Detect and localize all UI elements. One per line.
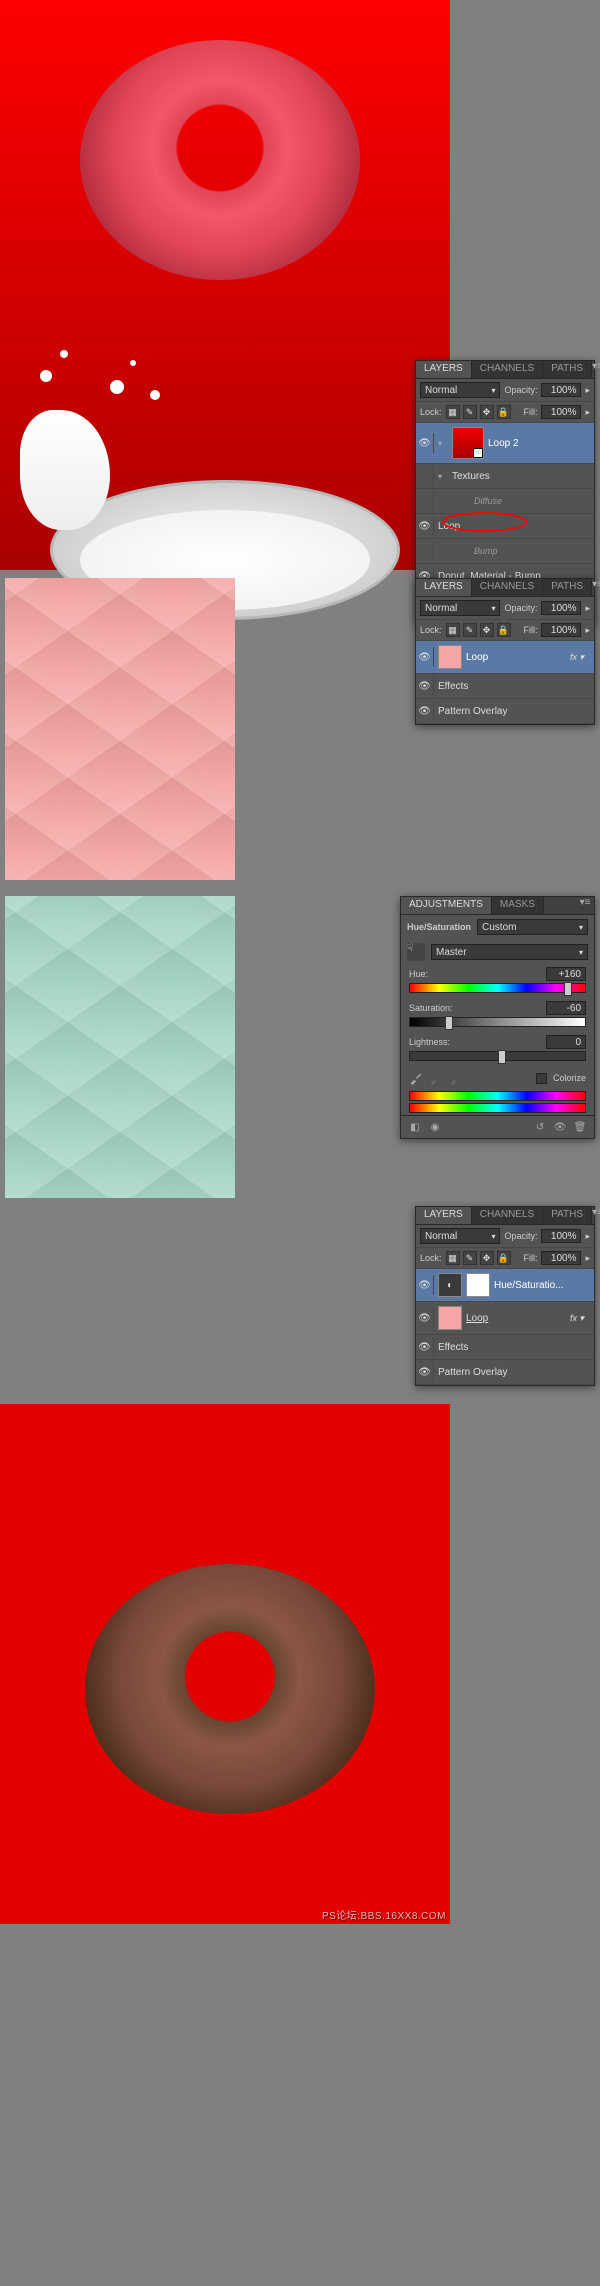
lock-buttons[interactable]: ▦✎✥🔒 [446,1251,511,1265]
saturation-slider[interactable] [409,1017,586,1027]
panel-menu-icon[interactable]: ▾≡ [592,1207,600,1224]
blend-mode-select[interactable]: Normal▾ [420,600,500,616]
tab-channels[interactable]: CHANNELS [472,579,543,596]
layer-effects[interactable]: 👁 Effects [416,1335,594,1360]
diffuse-section: Diffuse [416,489,594,514]
layer-loop[interactable]: 👁 Loop fx ▾ [416,1302,594,1335]
reset-icon[interactable]: ↺ [532,1119,548,1135]
expand-icon[interactable]: ▾ [438,439,448,448]
step-3: ADJUSTMENTS MASKS ▾≡ Hue/Saturation Cust… [0,896,600,1396]
layer-hue-sat-adjustment[interactable]: 👁 ◐ Hue/Saturatio... [416,1269,594,1302]
tab-adjustments[interactable]: ADJUSTMENTS [401,897,492,914]
opacity-field[interactable]: 100% [541,1229,581,1243]
layer-loop-diffuse[interactable]: 👁 Loop [416,514,594,539]
layer-pattern-overlay[interactable]: 👁 Pattern Overlay [416,1360,594,1385]
blend-mode-select[interactable]: Normal▾ [420,382,500,398]
tab-channels[interactable]: CHANNELS [472,361,543,378]
opacity-field[interactable]: 100% [541,601,581,615]
hue-field[interactable]: +160 [546,967,586,981]
blend-mode-select[interactable]: Normal▾ [420,1228,500,1244]
bump-section: Bump [416,539,594,564]
hue-bar-input [409,1091,586,1101]
step-2: LAYERS CHANNELS PATHS ▾≡ Normal▾ Opacity… [0,578,600,888]
saturation-label: Saturation: [409,1003,453,1013]
eyedropper-add-icon[interactable] [429,1071,443,1085]
canvas-green-texture [5,896,235,1198]
layer-loop[interactable]: 👁 Loop fx ▾ [416,641,594,674]
layer-loop-2[interactable]: 👁 ▾ ▣ Loop 2 [416,423,594,464]
lightness-slider[interactable] [409,1051,586,1061]
eyedropper-icon[interactable] [409,1071,423,1085]
adjustment-title: Hue/Saturation [407,922,471,932]
preset-select[interactable]: Custom▾ [477,919,588,935]
tab-channels[interactable]: CHANNELS [472,1207,543,1224]
visibility-icon[interactable]: 👁 [552,1119,568,1135]
lock-buttons[interactable]: ▦✎✥🔒 [446,623,511,637]
colorize-checkbox[interactable] [536,1073,547,1084]
clip-icon[interactable]: ◧ [407,1119,423,1135]
panel-menu-icon[interactable]: ▾≡ [592,579,600,596]
hue-bar-output [409,1103,586,1113]
fill-label: Fill: [523,407,537,417]
panel-tabs: LAYERS CHANNELS PATHS ▾≡ [416,361,594,379]
layers-panel-2: LAYERS CHANNELS PATHS ▾≡ Normal▾ Opacity… [415,578,595,725]
adjustment-thumb: ◐ [438,1273,462,1297]
lock-label: Lock: [420,407,442,417]
tab-layers[interactable]: LAYERS [416,1207,472,1224]
visibility-icon[interactable]: 👁 [416,433,434,453]
canvas-pink-texture [5,578,235,880]
eyedropper-sub-icon[interactable] [449,1071,463,1085]
hue-label: Hue: [409,969,428,979]
master-select[interactable]: Master▾ [431,944,588,960]
panel-menu-icon[interactable]: ▾≡ [592,361,600,378]
canvas-red-donut-milk [0,0,450,570]
tab-paths[interactable]: PATHS [543,361,592,378]
milk-bowl [0,350,450,570]
canvas-red-donut-dark: PS论坛:BBS.16XX8.COM [0,1404,450,1924]
tab-paths[interactable]: PATHS [543,579,592,596]
saturation-field[interactable]: -60 [546,1001,586,1015]
fx-badge[interactable]: fx ▾ [570,1313,590,1324]
tab-paths[interactable]: PATHS [543,1207,592,1224]
colorize-label: Colorize [553,1073,586,1083]
donut-red [80,40,360,280]
visibility-icon[interactable]: 👁 [416,1308,434,1328]
tab-layers[interactable]: LAYERS [416,579,472,596]
layer-pattern-overlay[interactable]: 👁 Pattern Overlay [416,699,594,724]
lightness-label: Lightness: [409,1037,450,1047]
fill-field[interactable]: 100% [541,405,581,419]
view-prev-icon[interactable]: ◉ [427,1119,443,1135]
trash-icon[interactable]: 🗑 [572,1119,588,1135]
donut-dark [85,1564,375,1814]
watermark: PS论坛:BBS.16XX8.COM [322,1907,446,1922]
adjustments-panel: ADJUSTMENTS MASKS ▾≡ Hue/Saturation Cust… [400,896,595,1139]
fill-field[interactable]: 100% [541,623,581,637]
fill-field[interactable]: 100% [541,1251,581,1265]
layer-effects[interactable]: 👁 Effects [416,674,594,699]
fx-badge[interactable]: fx ▾ [570,652,590,663]
tab-masks[interactable]: MASKS [492,897,544,914]
visibility-icon[interactable]: 👁 [416,1275,434,1295]
visibility-icon[interactable]: 👁 [416,516,434,536]
visibility-icon[interactable]: 👁 [416,647,434,667]
lightness-field[interactable]: 0 [546,1035,586,1049]
panel-menu-icon[interactable]: ▾≡ [576,897,594,914]
opacity-label: Opacity: [504,385,537,395]
visibility-icon[interactable]: 👁 [416,676,434,696]
visibility-icon[interactable]: 👁 [416,701,434,721]
textures-group[interactable]: ▾Textures [416,464,594,489]
step-4: PS论坛:BBS.16XX8.COM [0,1404,600,1924]
opacity-field[interactable]: 100% [541,383,581,397]
visibility-icon[interactable]: 👁 [416,1362,434,1382]
visibility-icon[interactable]: 👁 [416,1337,434,1357]
layers-panel-3: LAYERS CHANNELS PATHS ▾≡ Normal▾ Opacity… [415,1206,595,1386]
tab-layers[interactable]: LAYERS [416,361,472,378]
hue-slider[interactable] [409,983,586,993]
mask-thumb [466,1273,490,1297]
tat-icon[interactable]: ☟ [407,943,425,961]
step-1: LAYERS CHANNELS PATHS ▾≡ Normal▾ Opacity… [0,0,600,570]
lock-buttons[interactable]: ▦✎✥🔒 [446,405,511,419]
